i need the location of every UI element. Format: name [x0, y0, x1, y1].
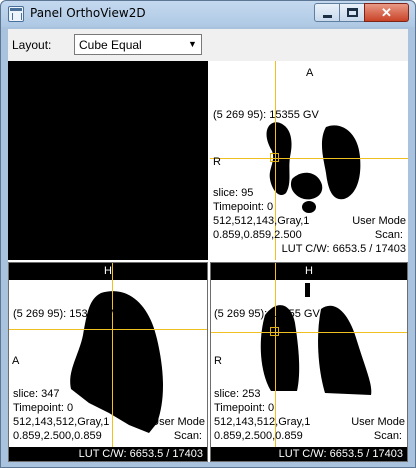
coronal-dims: 512,143,512,Gray,1: [13, 416, 110, 428]
coronal-spacing: 0.859,2.500,0.859: [13, 430, 102, 442]
window-title: Panel OrthoView2D: [30, 6, 146, 20]
axial-spine: [302, 201, 316, 213]
axial-position-readout: (5 269 95): 15355 GV: [213, 109, 319, 121]
coronal-slice: slice: 347: [13, 388, 60, 400]
coronal-timepoint: Timepoint: 0: [13, 402, 74, 414]
axial-heart-region: [290, 172, 323, 200]
close-icon: ✕: [381, 5, 392, 20]
maximize-button[interactable]: [339, 3, 365, 22]
axial-orientation-left: R: [213, 156, 221, 168]
sagittal-right-lung: [318, 305, 372, 395]
sagittal-timepoint: Timepoint: 0: [214, 402, 275, 414]
layout-label: Layout:: [12, 38, 52, 52]
minimize-icon: [323, 15, 332, 18]
sagittal-orientation-left: R: [214, 355, 222, 367]
sagittal-position-readout: (5 269 95): 15355 GV: [214, 308, 320, 320]
sagittal-crosshair-marker[interactable]: [270, 327, 279, 336]
axial-dims: 512,512,143,Gray,1: [213, 215, 310, 227]
title-bar[interactable]: Panel OrthoView2D ✕: [1, 1, 415, 27]
layout-select[interactable]: Cube Equal ▼: [74, 34, 202, 55]
coronal-mode: User Mode: [151, 416, 205, 428]
sagittal-dims: 512,143,512,Gray,1: [214, 416, 311, 428]
layout-select-value: Cube Equal: [79, 38, 142, 52]
coronal-crosshair-horizontal: [9, 329, 207, 330]
coronal-lut: LUT C/W: 6653.5 / 17403: [9, 447, 207, 461]
sagittal-trachea: [305, 283, 310, 297]
coronal-crosshair-vertical: [112, 263, 113, 461]
view-sagittal[interactable]: H (5 269 95): 15355 GV R slice: 253 Time…: [210, 262, 408, 462]
coronal-position-readout: (5 269 95): 15355 GV: [13, 308, 119, 320]
axial-right-lung: [321, 125, 361, 200]
maximize-icon: [347, 8, 358, 17]
coronal-orientation-left: A: [12, 355, 20, 367]
axial-crosshair-horizontal: [210, 158, 408, 159]
axial-spacing: 0.859,0.859,2.500: [213, 229, 302, 241]
minimize-button[interactable]: [314, 3, 340, 22]
sagittal-spacing: 0.859,2.500,0.859: [214, 430, 303, 442]
axial-timepoint: Timepoint: 0: [213, 201, 274, 213]
axial-mode: User Mode: [352, 215, 406, 227]
panel-client-area: Layout: Cube Equal ▼ A R (5 269 95): 153…: [8, 29, 408, 462]
dropdown-arrow-icon[interactable]: ▼: [184, 35, 201, 54]
axial-scan: Scan:: [374, 229, 403, 241]
sagittal-slice: slice: 253: [214, 388, 261, 400]
axial-orientation-top: A: [306, 67, 314, 79]
orthoview-window: Panel OrthoView2D ✕ Layout: Cube Equal ▼: [0, 0, 416, 468]
sagittal-scan: Scan:: [373, 430, 402, 442]
view-empty-3d[interactable]: [8, 61, 208, 260]
close-button[interactable]: ✕: [364, 3, 409, 22]
view-axial[interactable]: A R (5 269 95): 15355 GV slice: 95 Timep…: [210, 61, 408, 260]
sagittal-mode: User Mode: [351, 416, 405, 428]
view-coronal[interactable]: H (5 269 95): 15355 GV A slice: 347 Time…: [8, 262, 208, 462]
sagittal-crosshair-horizontal: [211, 332, 407, 333]
coronal-scan: Scan:: [173, 430, 202, 442]
axial-crosshair-marker[interactable]: [270, 153, 279, 162]
app-window-icon: [8, 6, 24, 22]
axial-slice: slice: 95: [213, 187, 254, 199]
sagittal-lut: LUT C/W: 6653.5 / 17403: [211, 447, 407, 461]
axial-lut: LUT C/W: 6653.5 / 17403: [281, 243, 406, 255]
ortho-viewer-grid: A R (5 269 95): 15355 GV slice: 95 Timep…: [8, 61, 408, 462]
